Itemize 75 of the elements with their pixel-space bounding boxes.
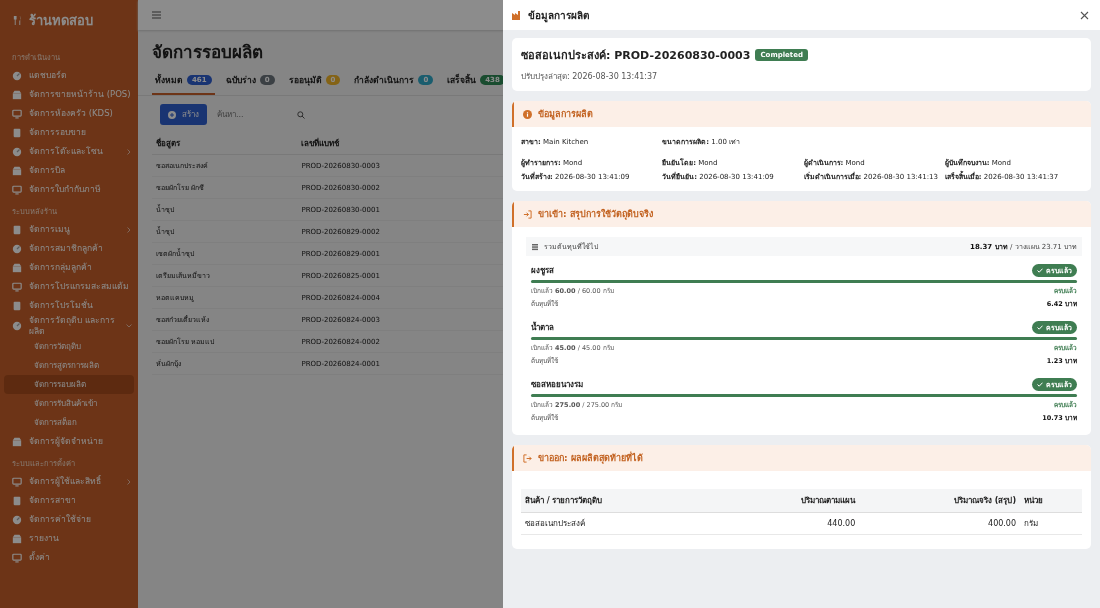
material-name: ผงชูรส [531, 265, 554, 277]
updated-time: ปรับปรุงล่าสุด: 2026-08-30 13:41:37 [521, 71, 659, 83]
document-icon [12, 127, 22, 138]
document-icon [12, 300, 22, 311]
material-name: ซอสหอยนางรม [531, 379, 583, 391]
column-header: สินค้า / รายการวัตถุดิบ [521, 489, 718, 513]
gauge-icon [12, 514, 22, 525]
sidebar-item[interactable]: รายงาน [0, 529, 138, 548]
gauge-icon [12, 70, 22, 81]
sidebar-item[interactable]: จัดการบิล [0, 161, 138, 180]
monitor-icon [12, 552, 22, 563]
exit-icon [523, 453, 532, 463]
table-cell: 440.00 [717, 512, 860, 535]
shop-icon [12, 533, 22, 544]
gauge-icon [12, 321, 22, 331]
submenu-item[interactable]: จัดการรอบผลิต [4, 375, 134, 394]
monitor-icon [12, 476, 22, 487]
table-cell: กรัม [1020, 512, 1082, 535]
section-title: ขาออก: ผลผลิตสุดท้ายที่ได้ [538, 451, 643, 465]
gauge-icon [12, 243, 22, 254]
sidebar-item[interactable]: จัดการโปรโมชั่น [0, 296, 138, 315]
search-icon[interactable] [297, 110, 305, 119]
document-icon [12, 495, 22, 506]
shop-icon [12, 165, 22, 176]
sidebar-item[interactable]: จัดการโต๊ะและโซน [0, 142, 138, 161]
sidebar-item[interactable]: จัดการโปรแกรมสะสมแต้ม [0, 277, 138, 296]
sidebar-item[interactable]: จัดการกลุ่มลูกค้า [0, 258, 138, 277]
shop-icon [12, 262, 22, 273]
sidebar-item[interactable]: จัดการเมนู [0, 220, 138, 239]
submenu-item[interactable]: จัดการรับสินค้าเข้า [4, 394, 134, 413]
column-header: ชื่อสูตร [152, 133, 298, 155]
enter-icon [523, 209, 532, 219]
submenu-item[interactable]: จัดการสูตรการผลิต [4, 356, 134, 375]
sidebar-item[interactable]: จัดการห้องครัว (KDS) [0, 104, 138, 123]
section-title: ขาเข้า: สรุปการใช้วัตถุดิบจริง [538, 208, 653, 221]
sidebar-item[interactable]: จัดการวัตถุดิบ และการผลิต [0, 315, 138, 337]
sidebar-item[interactable]: จัดการสาขา [0, 491, 138, 510]
factory-icon [512, 10, 522, 20]
sidebar-item[interactable]: จัดการผู้ใช้และสิทธิ์ [0, 472, 138, 491]
sidebar-item[interactable]: จัดการขายหน้าร้าน (POS) [0, 85, 138, 104]
check-icon [1037, 382, 1043, 387]
monitor-icon [12, 108, 22, 119]
gauge-icon [12, 146, 22, 157]
batch-name: ซอสอเนกประสงค์: PROD-20260830-0003 [521, 48, 751, 64]
check-icon [1037, 268, 1043, 273]
create-button[interactable]: สร้าง [160, 104, 207, 125]
section-title: ข้อมูลการผลิต [538, 108, 593, 121]
check-icon [1037, 325, 1043, 330]
search-field[interactable]: ค้นหา... [215, 109, 289, 120]
menu-icon[interactable] [152, 11, 161, 19]
sidebar-item[interactable]: จัดการค่าใช้จ่าย [0, 510, 138, 529]
shop-icon [12, 436, 22, 447]
drawer-title: ข้อมูลการผลิต [528, 8, 590, 23]
column-header: ปริมาณตามแผน [717, 489, 860, 513]
document-icon [12, 224, 22, 235]
column-header: หน่วย [1020, 489, 1082, 513]
monitor-icon [12, 281, 22, 292]
shop-icon [12, 89, 22, 100]
column-header: ปริมาณจริง (สรุป) [859, 489, 1021, 513]
page-title: จัดการรอบผลิต [152, 41, 263, 64]
monitor-icon [12, 184, 22, 195]
sidebar-item[interactable]: จัดการรอบขาย [0, 123, 138, 142]
sidebar-item[interactable]: แดชบอร์ด [0, 66, 138, 85]
submenu-item[interactable]: จัดการสต็อก [4, 413, 134, 432]
brand-name: ร้านทดสอบ [29, 12, 93, 30]
sidebar-item[interactable]: ตั้งค่า [0, 548, 138, 567]
submenu-item[interactable]: จัดการวัตถุดิบ [4, 337, 134, 356]
table-cell: ซอสอเนกประสงค์ [521, 512, 718, 535]
sidebar-item[interactable]: จัดการผู้จัดจำหน่าย [0, 432, 138, 451]
sidebar-item[interactable]: จัดการสมาชิกลูกค้า [0, 239, 138, 258]
sidebar-item[interactable]: จัดการใบกำกับภาษี [0, 180, 138, 199]
plus-icon [168, 110, 176, 119]
utensils-icon [12, 15, 23, 26]
info-icon [523, 109, 532, 119]
table-cell: 400.00 [859, 512, 1021, 535]
